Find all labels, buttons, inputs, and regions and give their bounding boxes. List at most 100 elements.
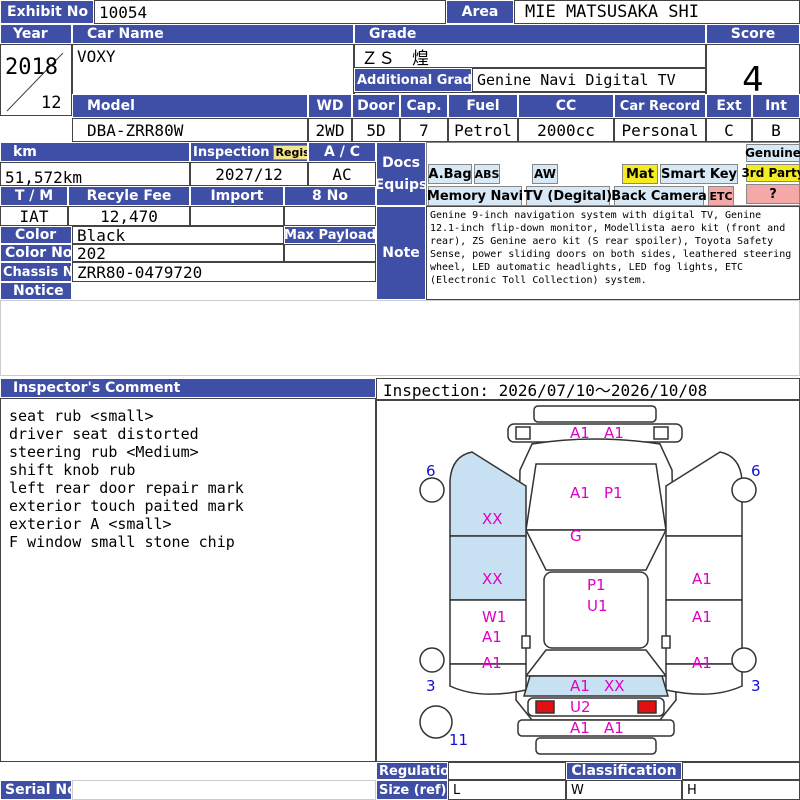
mark-left-w1: W1	[482, 608, 507, 626]
model-value: DBA-ZRR80W	[72, 118, 308, 142]
equip-genuine: Genuine	[745, 144, 800, 162]
comment-line: exterior touch paited mark	[9, 497, 244, 515]
fuel-value: Petrol	[448, 118, 518, 142]
classification-value	[682, 762, 800, 780]
inspector-comment-label: Inspector's Comment	[0, 378, 376, 398]
door-value: 5D	[352, 118, 400, 142]
inspection-label-text: Inspection	[193, 144, 270, 160]
area-label: Area	[446, 0, 514, 24]
ext-label: Ext	[706, 94, 752, 118]
regulation-label: Regulation	[376, 762, 448, 780]
equip-etc: ETC	[708, 186, 734, 206]
color-label: Color	[0, 226, 72, 244]
size-l: L	[448, 780, 566, 800]
year-box: 2018 12	[0, 44, 72, 116]
cap-value: 7	[400, 118, 448, 142]
car-name-label: Car Name	[72, 24, 354, 44]
exhibit-value: 10054	[94, 0, 446, 24]
import-value	[190, 206, 284, 226]
docs-label: Docs	[382, 155, 420, 171]
mark-roof-u: U1	[587, 597, 608, 615]
mark-left-mid-xx: XX	[482, 570, 503, 588]
serial-label: Serial No	[0, 780, 72, 800]
int-label: Int	[752, 94, 800, 118]
month-value: 12	[41, 93, 62, 113]
mark-roof-p: P1	[587, 576, 606, 594]
ac-value: AC	[308, 162, 376, 186]
mark-left-a1b: A1	[482, 654, 502, 672]
equip-memory-navi: Memory Navi	[427, 186, 523, 206]
comment-line: F window small stone chip	[9, 533, 235, 551]
tm-label: T / M	[0, 186, 68, 206]
mark-hood-a: A1	[570, 484, 590, 502]
tm-value: IAT	[0, 206, 68, 226]
chassis-value: ZRR80-0479720	[72, 262, 376, 282]
tire-count-tr: 6	[751, 462, 761, 480]
cap-label: Cap.	[400, 94, 448, 118]
wd-value: 2WD	[308, 118, 352, 142]
mark-hood-p: P1	[604, 484, 623, 502]
mark-front-u2: U2	[570, 698, 591, 716]
additional-grade-label: Additional Grade	[354, 68, 472, 92]
equip-back-camera: Back Camera	[611, 186, 707, 206]
km-value: 51,572km	[0, 162, 190, 186]
mark-rear-top-b: A1	[604, 424, 624, 442]
fuel-label: Fuel	[448, 94, 518, 118]
eight-no-value	[284, 206, 376, 226]
equip-mat: Mat	[622, 164, 658, 184]
inspection-period: Inspection: 2026/07/10～2026/10/08	[376, 378, 800, 400]
comment-line: driver seat distorted	[9, 425, 199, 443]
color-no-label: Color No	[0, 244, 72, 262]
comment-box: seat rub <small> driver seat distorted s…	[0, 398, 376, 762]
year-label: Year	[0, 24, 72, 44]
max-payload-value	[284, 244, 376, 262]
comment-line: exterior A <small>	[9, 515, 172, 533]
area-value: MIE MATSUSAKA SHI	[514, 0, 800, 24]
cc-label: CC	[518, 94, 614, 118]
additional-grade-value: Genine Navi Digital TV	[472, 68, 706, 92]
equip-aw: AW	[532, 164, 558, 184]
spare-tire-count: 11	[449, 731, 469, 749]
mark-bottom-a1b: A1	[604, 719, 624, 737]
max-payload-label: Max Payload	[284, 226, 376, 244]
recycle-value: 12,470	[68, 206, 190, 226]
wd-label: WD	[308, 94, 352, 118]
km-label: km	[0, 142, 190, 162]
classification-label: Classification	[566, 762, 682, 780]
grade-value: ＺＳ 煌	[354, 44, 706, 68]
equip-question: ?	[746, 184, 800, 204]
ext-value: C	[706, 118, 752, 142]
comment-line: seat rub <small>	[9, 407, 154, 425]
ac-label: A / C	[308, 142, 376, 162]
equip-tv-digital: TV (Degital)	[524, 186, 612, 206]
note-label: Note	[376, 206, 426, 300]
door-label: Door	[352, 94, 400, 118]
year-value: 2018	[5, 55, 58, 80]
size-label: Size (ref)	[376, 780, 448, 800]
notice-value	[0, 300, 800, 376]
mark-front-a1: A1	[570, 677, 590, 695]
size-w: W	[566, 780, 682, 800]
comment-line: left rear door repair mark	[9, 479, 244, 497]
mark-front-xx: XX	[604, 677, 625, 695]
mark-right-a1b: A1	[692, 608, 712, 626]
equip-abag: A.Bag	[428, 164, 472, 184]
size-h: H	[682, 780, 800, 800]
color-value: Black	[72, 226, 284, 244]
mark-right-a1a: A1	[692, 570, 712, 588]
tire-count-br: 3	[751, 677, 761, 695]
model-label: Model	[72, 94, 308, 118]
car-record-label: Car Record	[614, 94, 706, 118]
mark-rear-top-a: A1	[570, 424, 590, 442]
cc-value: 2000cc	[518, 118, 614, 142]
tire-count-tl: 6	[426, 462, 436, 480]
int-value: B	[752, 118, 800, 142]
eight-no-label: 8 No	[284, 186, 376, 206]
tire-count-bl: 3	[426, 677, 436, 695]
inspection-value: 2027/12	[190, 162, 308, 186]
serial-value	[72, 780, 376, 800]
mark-bottom-a1a: A1	[570, 719, 590, 737]
recycle-label: Recyle Fee	[68, 186, 190, 206]
equip-third-party: 3rd Party	[741, 164, 800, 182]
notice-label: Notice	[0, 282, 72, 300]
